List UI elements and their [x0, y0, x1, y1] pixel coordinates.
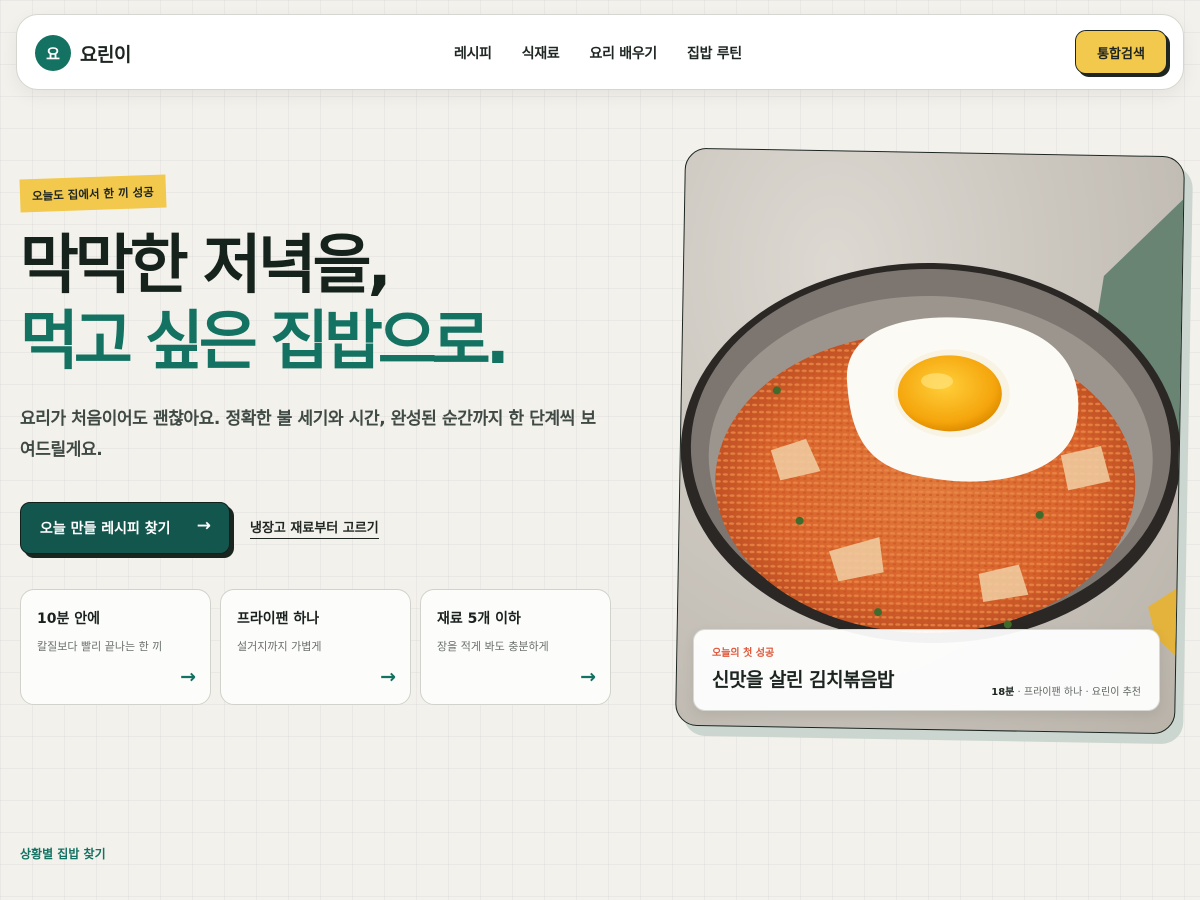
- headline-line-2: 먹고 싶은 집밥으로.: [20, 305, 510, 379]
- card-desc: 장을 적게 봐도 충분하게: [437, 640, 549, 653]
- card-one-pan[interactable]: 프라이팬 하나 설거지까지 가볍게 →: [220, 589, 411, 705]
- find-recipe-button[interactable]: 오늘 만들 레시피 찾기 →: [20, 502, 230, 554]
- logo-text: 요린이: [80, 43, 131, 66]
- card-title: 10분 안에: [37, 611, 100, 627]
- hero-tag: 오늘도 집에서 한 끼 성공: [19, 174, 167, 213]
- site-header: 요 요린이 레시피 식재료 요리 배우기 집밥 루틴 통합검색: [16, 14, 1184, 90]
- card-10-minutes[interactable]: 10분 안에 칼질보다 빨리 끝나는 한 끼 →: [20, 589, 211, 705]
- nav-item-learn-cooking[interactable]: 요리 배우기: [590, 43, 658, 63]
- nav-item-ingredients[interactable]: 식재료: [522, 43, 560, 63]
- arrow-right-icon: →: [196, 516, 211, 536]
- arrow-right-icon: →: [180, 666, 196, 688]
- fridge-ingredients-link[interactable]: 냉장고 재료부터 고르기: [250, 517, 379, 539]
- logo-mark: 요: [35, 35, 71, 71]
- card-five-ingredients[interactable]: 재료 5개 이하 장을 적게 봐도 충분하게 →: [420, 589, 611, 705]
- featured-dish-card[interactable]: 오늘의 첫 성공 신맛을 살린 김치볶음밥 18분 · 프라이팬 하나 · 요린…: [693, 629, 1160, 711]
- headline-line-1: 막막한 저녁을,: [20, 229, 392, 303]
- hero-lead-text: 요리가 처음이어도 괜찮아요. 정확한 불 세기와 시간, 완성된 순간까지 한…: [20, 409, 596, 460]
- arrow-right-icon: →: [380, 666, 396, 688]
- card-title: 프라이팬 하나: [237, 611, 320, 627]
- find-recipe-label: 오늘 만들 레시피 찾기: [40, 521, 171, 537]
- nav-item-recipes[interactable]: 레시피: [454, 43, 492, 63]
- arrow-right-icon: →: [580, 666, 596, 688]
- search-button[interactable]: 통합검색: [1075, 30, 1167, 74]
- card-title: 재료 5개 이하: [437, 611, 521, 627]
- section-label: 상황별 집밥 찾기: [20, 847, 106, 861]
- nav-item-home-meal-routine[interactable]: 집밥 루틴: [687, 43, 742, 63]
- dish-kicker: 오늘의 첫 성공: [712, 648, 775, 659]
- dish-meta: 18분 · 프라이팬 하나 · 요린이 추천: [991, 683, 1141, 698]
- main-nav: 레시피 식재료 요리 배우기 집밥 루틴: [454, 43, 742, 63]
- quick-filter-cards: 10분 안에 칼질보다 빨리 끝나는 한 끼 → 프라이팬 하나 설거지까지 가…: [20, 589, 611, 705]
- card-desc: 칼질보다 빨리 끝나는 한 끼: [37, 640, 163, 653]
- dish-meta-rest: · 프라이팬 하나 · 요린이 추천: [1014, 687, 1141, 698]
- dish-title: 신맛을 살린 김치볶음밥: [712, 669, 895, 691]
- card-desc: 설거지까지 가볍게: [237, 640, 322, 653]
- hero-headline: 막막한 저녁을, 먹고 싶은 집밥으로.: [20, 228, 660, 380]
- logo[interactable]: 요 요린이: [35, 35, 131, 71]
- dish-time: 18분: [991, 687, 1015, 698]
